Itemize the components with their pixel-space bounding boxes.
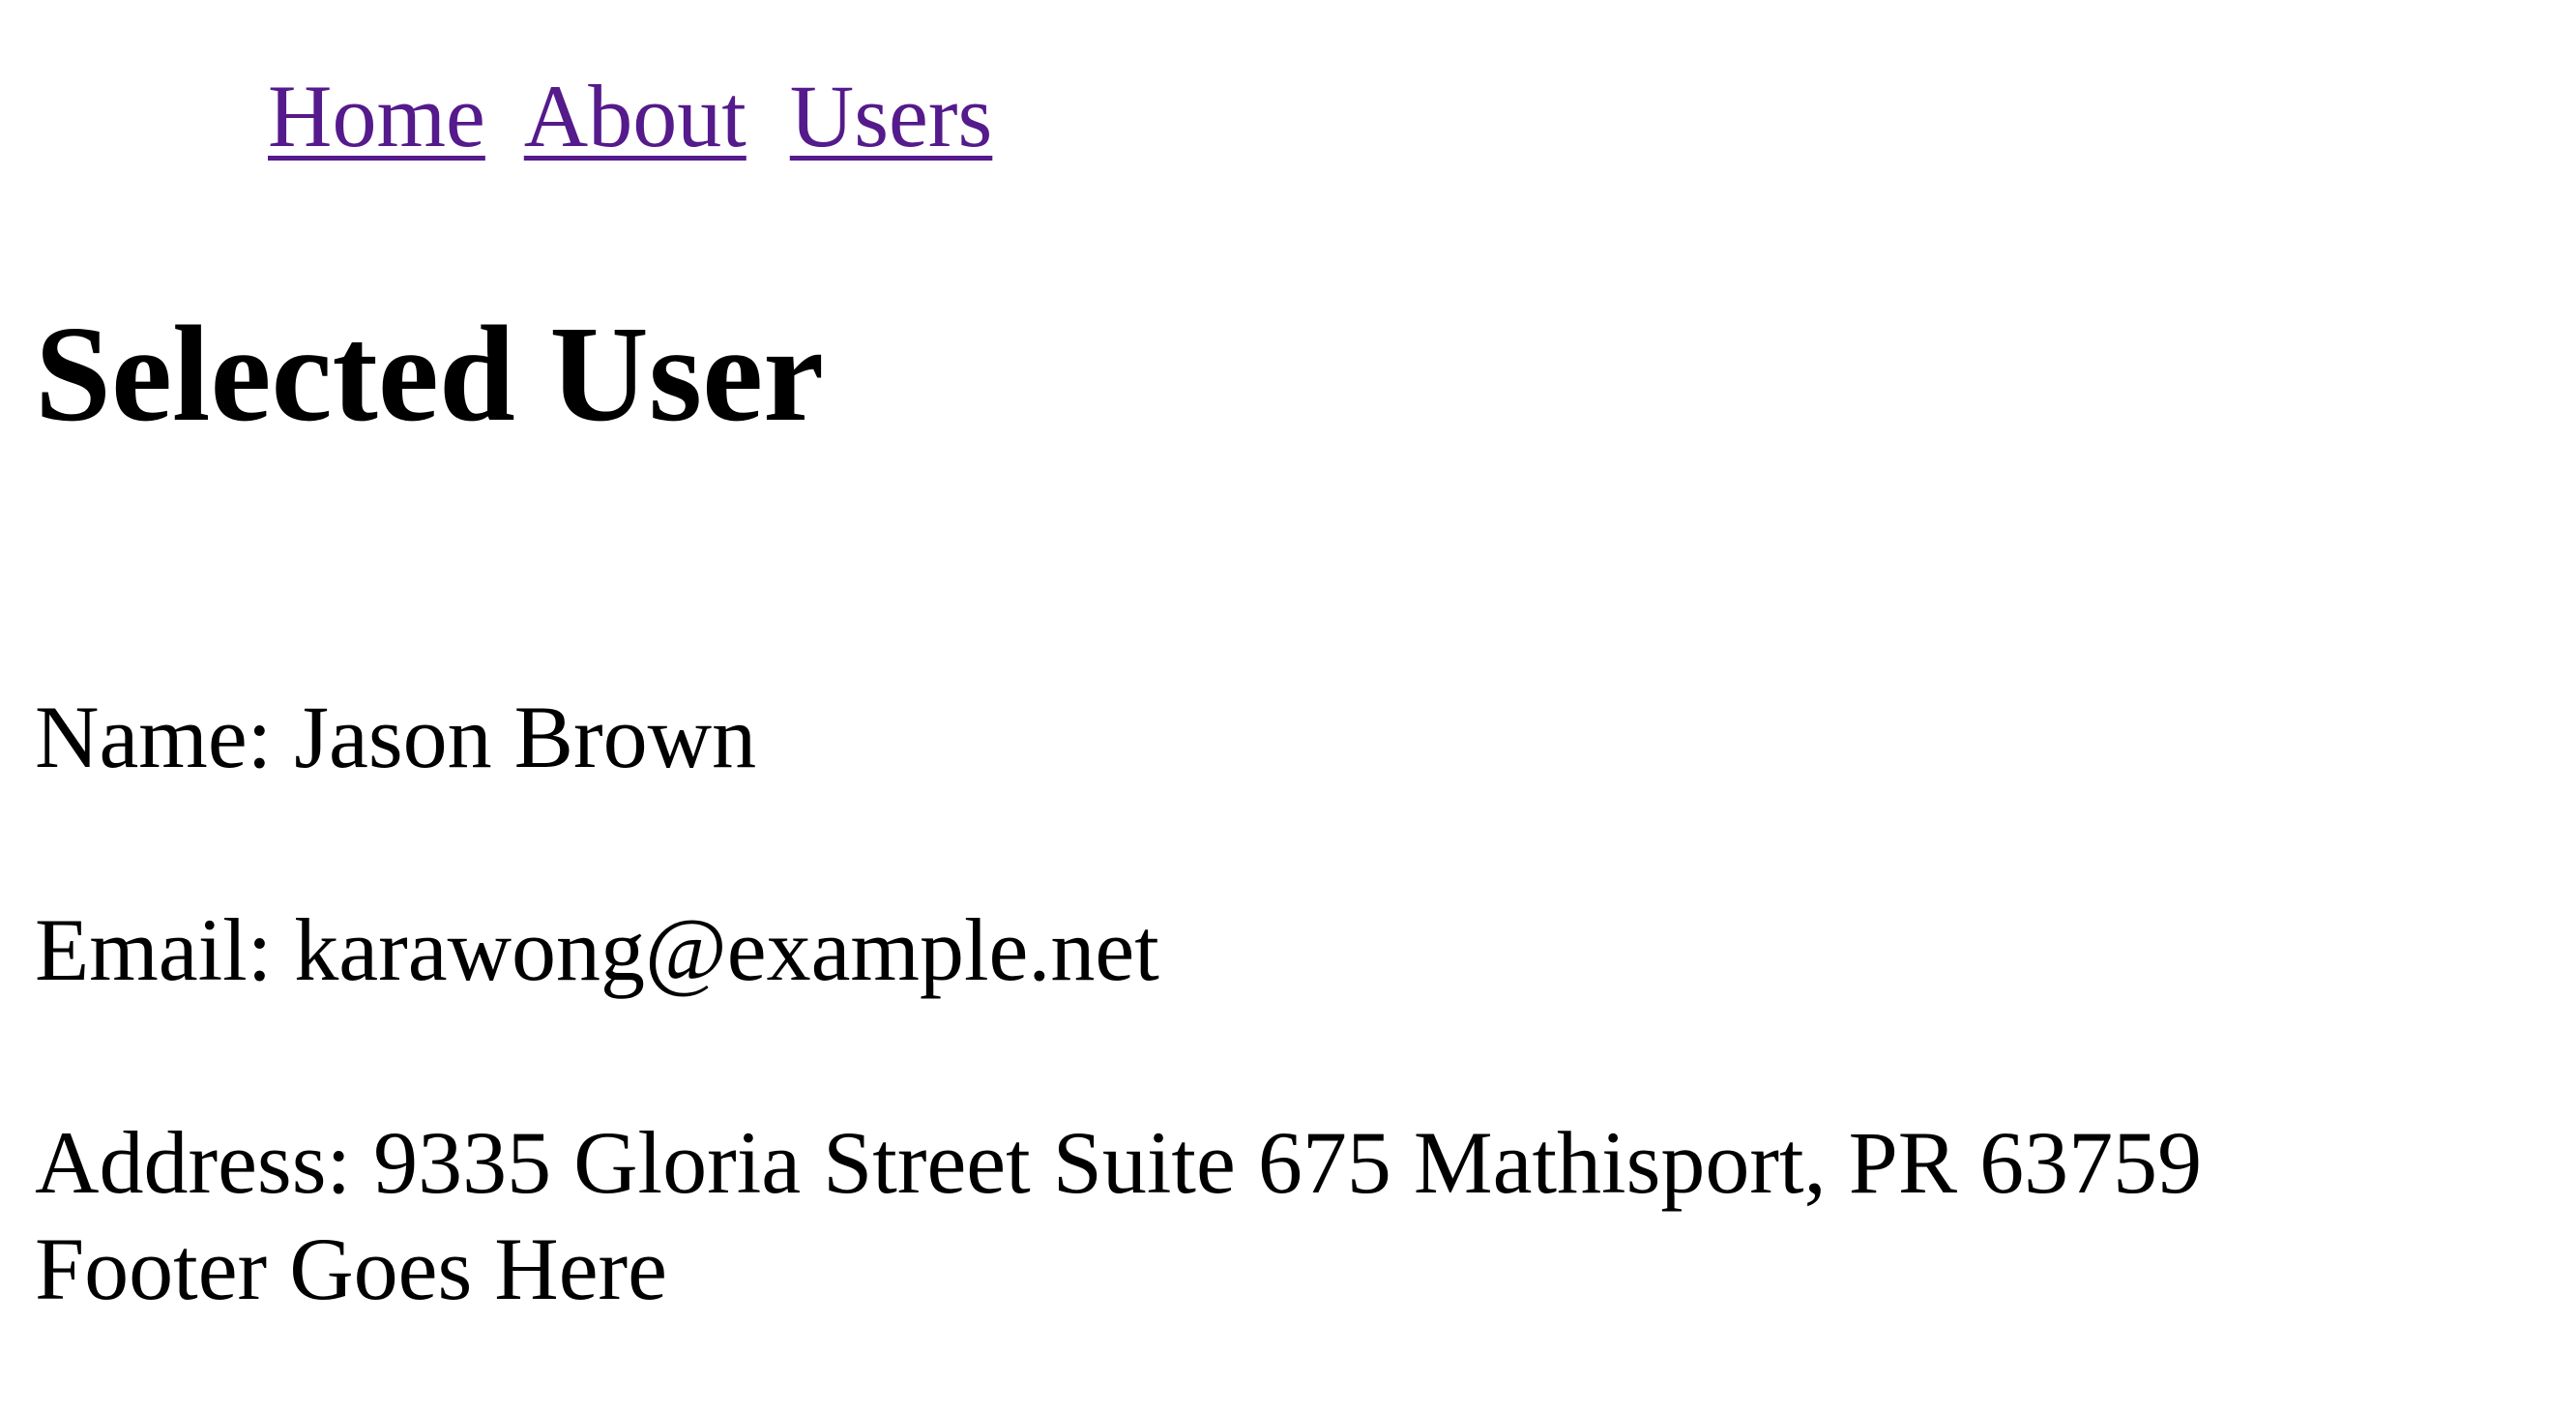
top-navigation: Home About Users: [268, 72, 1013, 161]
page: Home About Users Selected User Name: Jas…: [0, 0, 2576, 1412]
user-email-line: Email: karawong@example.net: [35, 900, 1159, 999]
nav-link-users[interactable]: Users: [790, 67, 993, 165]
user-name-line: Name: Jason Brown: [35, 688, 757, 786]
nav-link-home[interactable]: Home: [268, 67, 485, 165]
page-footer: Footer Goes Here: [35, 1220, 668, 1318]
page-title: Selected User: [35, 297, 825, 450]
user-address-line: Address: 9335 Gloria Street Suite 675 Ma…: [35, 1113, 2203, 1212]
nav-link-about[interactable]: About: [524, 67, 746, 165]
